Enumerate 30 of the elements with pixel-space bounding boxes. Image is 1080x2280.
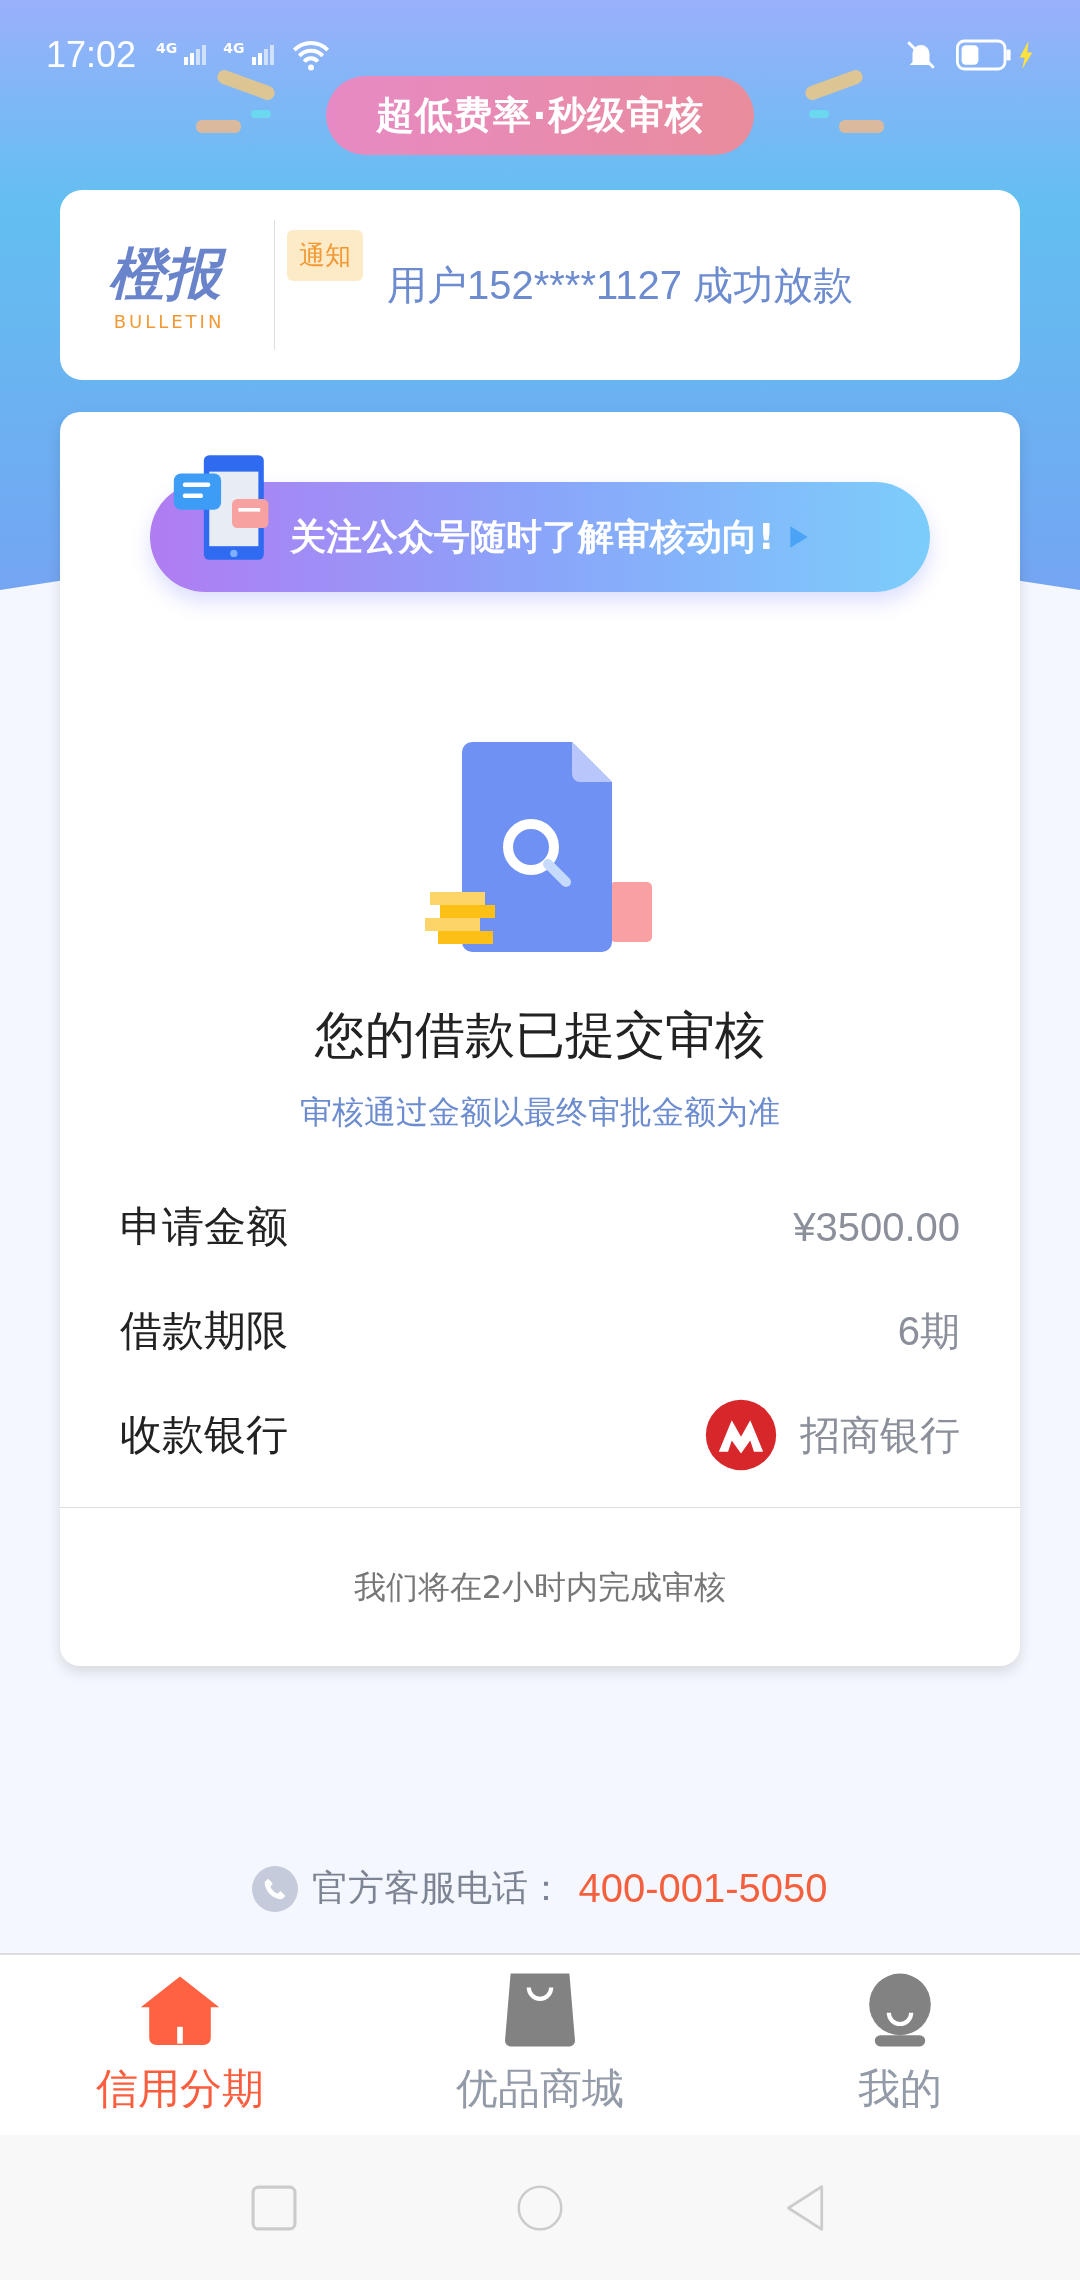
wifi-icon — [290, 38, 331, 72]
detail-value: 招商银行 — [800, 1411, 960, 1459]
status-subtitle: 审核通过金额以最终审批金额为准 — [300, 1092, 780, 1133]
mute-bell-icon — [904, 38, 938, 72]
network-label: 4G — [156, 40, 178, 56]
detail-label: 收款银行 — [120, 1409, 288, 1461]
bank-logo-icon — [704, 1398, 778, 1472]
tab[interactable]: 信用分期 — [0, 1955, 360, 2135]
status-title: 您的借款已提交审核 — [315, 1005, 765, 1066]
promo-pill: 超低费率·秒级审核 — [326, 75, 754, 155]
hotline-number[interactable]: 400-001-5050 — [578, 1866, 828, 1911]
logo-subtitle: BULLETIN — [113, 310, 225, 332]
detail-label: 申请金额 — [120, 1201, 288, 1253]
notice-tag: 通知 — [287, 230, 363, 281]
status-time: 17:02 — [46, 34, 137, 76]
home-button[interactable] — [517, 2182, 563, 2233]
detail-label: 借款期限 — [120, 1305, 288, 1357]
charging-icon — [1018, 41, 1034, 69]
battery-icon — [956, 39, 1012, 71]
network-label: 4G — [223, 40, 245, 56]
tab[interactable]: 优品商城 — [360, 1955, 720, 2135]
phone-icon — [252, 1865, 299, 1912]
detail-value: ¥3500.00 — [793, 1204, 960, 1250]
hotline-label: 官方客服电话： — [312, 1866, 565, 1910]
tab[interactable]: 我的 — [720, 1955, 1080, 2135]
follow-banner[interactable]: 关注公众号随时了解审核动向! — [150, 482, 930, 592]
bulletin-message: 用户152****1127 成功放款 — [387, 261, 854, 309]
logo-title: 橙报 — [105, 238, 233, 311]
detail-value: 6期 — [897, 1307, 960, 1355]
footer-note: 我们将在2小时内完成审核 — [60, 1507, 1020, 1666]
